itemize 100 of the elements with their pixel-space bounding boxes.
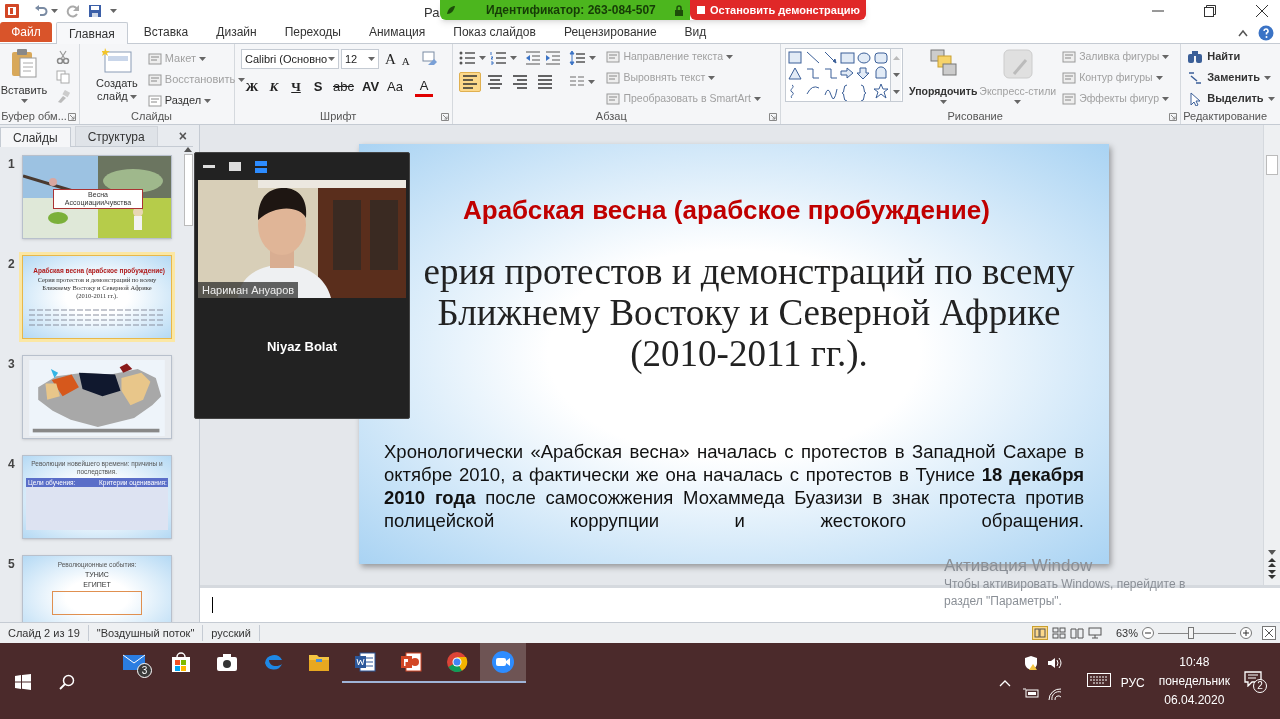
zoom-in-icon[interactable] — [1240, 627, 1252, 639]
group-label: Буфер обм... — [1, 109, 67, 125]
keyboard-icon[interactable] — [1086, 673, 1111, 687]
save-icon[interactable] — [88, 4, 102, 18]
help-icon[interactable] — [1258, 25, 1274, 41]
volume-icon[interactable] — [1046, 655, 1063, 671]
font-format-button[interactable]: abc — [331, 76, 356, 97]
more-icon[interactable] — [892, 90, 900, 95]
scroll-down-icon[interactable] — [892, 73, 900, 77]
font-format-button[interactable]: A — [415, 76, 433, 97]
fit-slide-icon[interactable] — [1262, 626, 1276, 640]
font-size-field[interactable]: 12 — [341, 49, 379, 70]
minimize-icon[interactable] — [203, 164, 215, 169]
line-spacing-icon[interactable] — [569, 50, 586, 66]
speaker-view-icon[interactable] — [255, 160, 267, 173]
stop-share-button[interactable]: Остановить демонстрацию — [690, 0, 866, 20]
ribbon-tab[interactable]: Главная — [56, 22, 128, 44]
close-icon[interactable] — [1256, 5, 1268, 17]
scrollbar-thumb[interactable] — [1266, 155, 1278, 175]
ribbon-menu-button[interactable]: Раздел — [147, 92, 246, 109]
language-indicator[interactable]: РУС — [1120, 674, 1145, 692]
font-format-button[interactable]: AV — [359, 76, 382, 97]
start-icon[interactable] — [15, 674, 31, 690]
zoom-app-icon — [491, 650, 515, 674]
zoom-slider[interactable] — [1158, 627, 1236, 639]
file-tab[interactable]: Файл — [0, 22, 52, 42]
ribbon-menu-button[interactable]: Выделить — [1187, 90, 1280, 107]
panel-tab[interactable]: Слайды — [0, 127, 71, 147]
scroll-up-icon[interactable] — [184, 147, 192, 152]
ribbon-menu-button[interactable]: Найти — [1187, 48, 1280, 65]
paste-button[interactable]: Вставить — [0, 48, 48, 104]
clock-date[interactable]: 06.04.2020 — [1164, 691, 1225, 710]
ribbon-tab[interactable]: Анимация — [356, 21, 438, 43]
reading-view-icon[interactable] — [1069, 627, 1084, 639]
scrollbar-thumb[interactable] — [183, 154, 193, 226]
font-format-button[interactable]: К — [265, 76, 283, 97]
font-format-button[interactable]: S — [309, 76, 327, 97]
decrease-indent-icon[interactable] — [525, 51, 542, 65]
slide-thumbnail[interactable] — [22, 355, 172, 439]
dialog-launcher-icon[interactable] — [441, 113, 450, 121]
ribbon-tab[interactable]: Вид — [672, 21, 719, 43]
chevron-up-icon[interactable] — [998, 679, 1011, 687]
replace-icon — [1187, 70, 1204, 85]
dialog-launcher-icon[interactable] — [68, 113, 76, 121]
slide-sorter-icon[interactable] — [1051, 627, 1066, 639]
font-name-field[interactable]: Calibri (Основно — [241, 49, 339, 70]
search-icon[interactable] — [59, 674, 75, 690]
font-format-button[interactable]: Ч — [287, 76, 305, 97]
slide-title[interactable]: Арабская весна (арабское пробуждение) — [463, 194, 1109, 226]
ribbon-tab[interactable]: Дизайн — [204, 21, 269, 43]
wifi-icon[interactable] — [1046, 687, 1063, 701]
numbering-icon[interactable] — [490, 51, 507, 65]
shrink-font-button[interactable]: A — [401, 52, 410, 69]
close-panel-button[interactable]: × — [178, 128, 187, 144]
slide-subtitle[interactable]: ерия протестов и демонстраций по всему Ближнему Востоку и Северной Африке (2010-2011 гг.). — [411, 251, 1087, 374]
notification-icon — [1244, 671, 1262, 687]
caret-icon — [368, 57, 375, 62]
notifications-button[interactable]: 2 — [1244, 671, 1266, 691]
undo-icon[interactable] — [34, 4, 48, 18]
font-format-button[interactable]: Aa — [385, 76, 405, 97]
scrollbar[interactable] — [1263, 125, 1280, 585]
ribbon-tab[interactable]: Переходы — [272, 21, 353, 43]
align-left-button[interactable] — [459, 72, 482, 92]
arrange-button[interactable]: Упорядочить — [909, 48, 978, 107]
slide-body-text[interactable]: Хронологически «Арабская весна» началась с протестов в Западной Сахаре в октябре 2010, а фактически же она началась с протестов в Тунисе 18 декабря 2010 года после самосожжения Мохаммеда Буазизи в знак протеста против полицейской коррупции и жестокого обращения. — [384, 440, 1084, 532]
font-format-button[interactable]: Ж — [243, 76, 261, 97]
caret-icon — [510, 56, 518, 60]
battery-icon[interactable] — [1022, 687, 1039, 699]
app-logo-icon[interactable] — [4, 3, 20, 19]
collapse-ribbon-icon[interactable] — [1238, 29, 1248, 37]
increase-indent-icon[interactable] — [545, 51, 562, 65]
clear-formatting-icon[interactable] — [421, 51, 438, 68]
clock-day[interactable]: понедельник — [1158, 672, 1230, 691]
scroll-down-icon[interactable] — [1268, 550, 1276, 555]
security-icon[interactable] — [1022, 655, 1039, 671]
taskbar-button[interactable]: 3 — [112, 643, 158, 683]
caret-icon — [1267, 96, 1275, 101]
panel-tab[interactable]: Структура — [74, 126, 158, 146]
grow-font-button[interactable]: A — [385, 48, 396, 71]
restore-icon[interactable] — [1204, 5, 1216, 17]
previous-slide-icon[interactable] — [1268, 558, 1276, 567]
ribbon-menu-button[interactable]: Заменить — [1187, 69, 1280, 86]
cut-icon[interactable] — [56, 50, 70, 64]
dialog-launcher-icon[interactable] — [769, 113, 778, 121]
ribbon-tab[interactable]: Вставка — [131, 21, 201, 43]
gallery-scrollbar[interactable] — [890, 49, 902, 101]
slideshow-icon[interactable] — [1087, 627, 1102, 639]
new-slide-button[interactable]: Создать слайд — [96, 48, 138, 109]
bullets-icon[interactable] — [459, 51, 476, 65]
taskbar-button[interactable] — [480, 643, 526, 683]
normal-view-icon[interactable] — [1031, 626, 1048, 640]
shape-gallery[interactable] — [786, 49, 891, 101]
zoom-level[interactable]: 63% — [1115, 624, 1138, 642]
ribbon-tab[interactable]: Показ слайдов — [441, 21, 548, 43]
clock-time[interactable]: 10:48 — [1179, 653, 1210, 672]
dialog-launcher-icon[interactable] — [1169, 113, 1178, 121]
next-slide-icon[interactable] — [1268, 570, 1276, 579]
zoom-out-icon[interactable] — [1142, 627, 1154, 639]
reset-icon — [147, 72, 162, 87]
ribbon-tab[interactable]: Рецензирование — [551, 21, 669, 43]
